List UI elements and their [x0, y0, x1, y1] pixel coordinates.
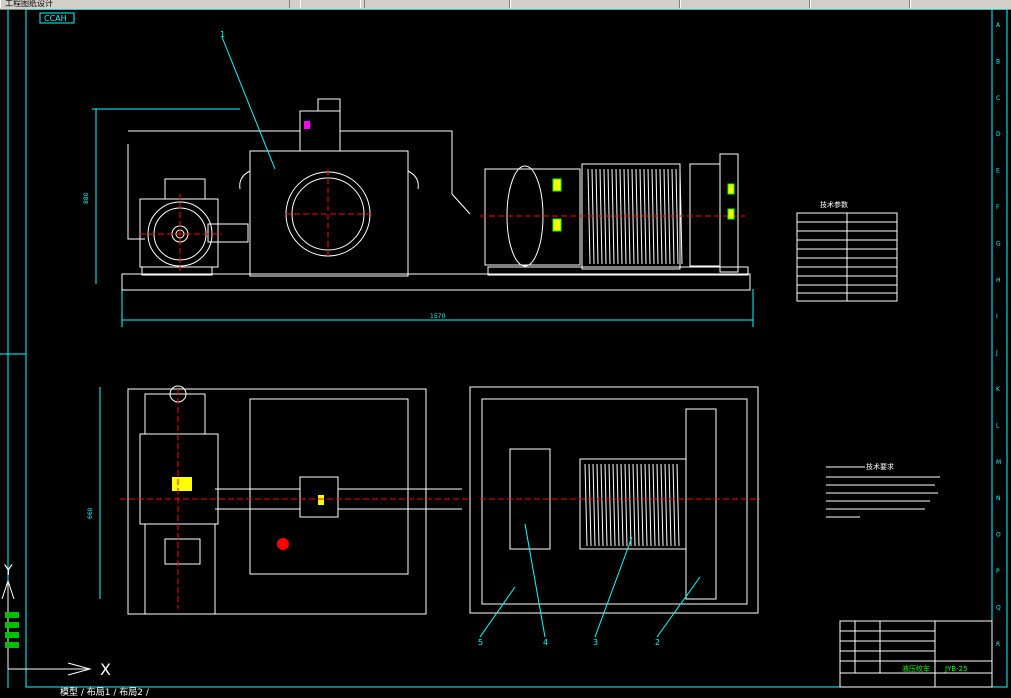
drum-coil — [672, 463, 676, 547]
toolbar-tab-5[interactable] — [680, 0, 810, 8]
drum-coil — [664, 463, 668, 547]
dim-overall-width: 1570 — [430, 313, 445, 320]
drum-coil — [624, 463, 628, 547]
plan-view — [99, 385, 759, 615]
drum-coil — [656, 463, 660, 547]
border-letter: M — [996, 459, 1001, 466]
drum-coil — [611, 168, 615, 265]
layout-tabs-bar: 模型 / 布局1 / 布局2 / — [0, 688, 1011, 698]
drum-coil — [604, 463, 608, 547]
tech-param-title: 技术参数 — [820, 200, 848, 209]
front-view — [92, 98, 754, 327]
drum-coil — [647, 168, 651, 265]
drum-coil — [616, 463, 620, 547]
layer-swatch-1[interactable] — [5, 612, 19, 618]
balloon-2: 2 — [655, 638, 660, 647]
drawing-tab[interactable]: 工程图纸设计 — [0, 0, 290, 8]
drum-coil — [676, 463, 680, 547]
drum-coil — [596, 463, 600, 547]
layer-swatch-2[interactable] — [5, 622, 19, 628]
border-letter: C — [996, 95, 1000, 102]
drain-plug — [277, 538, 289, 550]
drum-coil — [639, 168, 643, 265]
tech-param-table — [796, 212, 898, 302]
layout-tabs[interactable]: 模型 / 布局1 / 布局2 / — [60, 688, 149, 698]
layer-swatch-3[interactable] — [5, 632, 19, 638]
dim-height-bottom: 660 — [87, 507, 94, 519]
ucs-x-label: X — [100, 660, 111, 679]
border-letter-group: A B C D E F G H I J K L M N O P Q R — [995, 22, 1001, 648]
border-letter: D — [996, 131, 1001, 138]
drum-coil — [588, 463, 592, 547]
drum-coil — [584, 463, 588, 547]
drawing-tab-label: 工程图纸设计 — [5, 0, 53, 8]
ucs-icon — [1, 579, 92, 676]
drum-coil — [636, 463, 640, 547]
leader-lines — [221, 36, 701, 638]
toolbar-tab-2[interactable] — [300, 0, 365, 8]
drum-coil — [608, 463, 612, 547]
balloon-5: 5 — [478, 638, 483, 647]
border-letter: P — [996, 568, 1000, 575]
sheet-tag: CCAH — [44, 14, 67, 23]
drawing-canvas[interactable]: CCAH A B C D E F G H I J K L M N O P Q R 技术参数 技术要求 1 2 3 … — [0, 9, 1011, 688]
drum-coil — [632, 463, 636, 547]
drum-coils-bottom — [584, 463, 680, 547]
title-block-name: 液压绞车 — [902, 664, 930, 673]
coupling-hatch — [172, 477, 192, 491]
border-letter: I — [996, 313, 998, 320]
notes-lines — [826, 476, 940, 518]
drum-coil — [652, 463, 656, 547]
notes-title: 技术要求 — [866, 462, 894, 471]
drum-coil — [628, 463, 632, 547]
drum-coil — [644, 463, 648, 547]
drum-coil — [592, 463, 596, 547]
border-letter: J — [995, 350, 998, 357]
valve-marker — [304, 121, 310, 129]
border-letter: N — [996, 495, 1001, 502]
drum-coil — [660, 463, 664, 547]
drum-coil — [668, 463, 672, 547]
drum-coil — [648, 463, 652, 547]
border-letter: L — [996, 422, 1000, 429]
drum-coil — [675, 168, 679, 265]
border-letter: A — [996, 22, 1001, 29]
layer-swatch-4[interactable] — [5, 642, 19, 648]
drum-coil — [603, 168, 607, 265]
border-letter: O — [996, 532, 1001, 539]
border-letter: H — [996, 277, 1001, 284]
border-letter: G — [996, 240, 1001, 247]
drum-coil — [600, 463, 604, 547]
sheet-border — [25, 9, 993, 688]
drum-coil — [640, 463, 644, 547]
balloon-1: 1 — [220, 30, 225, 39]
valve-hatch — [318, 495, 324, 505]
ucs-y-label: Y — [3, 563, 13, 579]
toolbar-tab-3[interactable] — [360, 0, 510, 8]
border-letter: R — [996, 641, 1000, 648]
border-letter: F — [996, 204, 1000, 211]
dim-height-top: 880 — [83, 192, 90, 204]
toolbar-tab-6[interactable] — [810, 0, 910, 8]
balloon-4: 4 — [543, 638, 548, 647]
sheet-margin-right — [991, 9, 1008, 688]
title-block — [839, 620, 993, 688]
border-letter: Q — [996, 604, 1001, 611]
toolbar-tab-7[interactable] — [910, 0, 1011, 8]
balloon-3: 3 — [593, 638, 598, 647]
border-letter: B — [996, 58, 1000, 65]
border-letter: E — [996, 168, 1000, 175]
border-letter: K — [996, 386, 1001, 393]
drum-coil — [612, 463, 616, 547]
title-block-code: JYB-25 — [944, 665, 968, 673]
toolbar-tab-4[interactable] — [510, 0, 680, 8]
drum-coil — [620, 463, 624, 547]
centerlines-bottom — [120, 389, 760, 609]
